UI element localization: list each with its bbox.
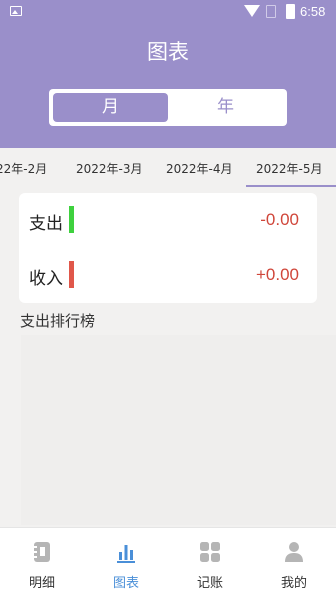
segment-year[interactable]: 年	[168, 93, 283, 122]
income-indicator	[69, 261, 74, 288]
income-amount: +0.00	[255, 265, 299, 284]
tab-details-label: 明细	[28, 576, 55, 591]
expense-label: 支出	[29, 214, 63, 234]
bottom-tab-bar: 明细 图表 记账 我的	[0, 527, 336, 598]
grid-icon	[200, 542, 220, 562]
wifi-icon	[244, 5, 260, 17]
summary-card: 支出 -0.00 收入 +0.00	[19, 193, 317, 303]
segment-month[interactable]: 月	[53, 93, 168, 122]
battery-icon	[286, 4, 295, 19]
selected-month-underline	[246, 185, 336, 187]
tab-mine-label: 我的	[280, 576, 307, 591]
header: 6:58 图表 月 年	[0, 0, 336, 148]
month-tab-selected[interactable]: 2022年-5月	[256, 160, 323, 177]
income-row[interactable]: 收入 +0.00	[19, 248, 317, 303]
expense-amount: -0.00	[260, 210, 299, 229]
user-icon	[285, 542, 303, 562]
tab-details[interactable]: 明细	[0, 528, 84, 598]
period-segmented-control: 月 年	[49, 89, 287, 126]
status-bar: 6:58	[0, 0, 336, 24]
expense-row[interactable]: 支出 -0.00	[19, 193, 317, 248]
tab-mine[interactable]: 我的	[252, 528, 336, 598]
month-tab[interactable]: 2022年-3月	[76, 160, 143, 177]
ledger-icon	[34, 542, 50, 562]
month-tab[interactable]: 22年-2月	[0, 160, 47, 177]
expense-indicator	[69, 206, 74, 233]
no-sim-icon	[266, 5, 276, 18]
tab-bookkeeping-label: 记账	[196, 576, 223, 591]
image-notification-icon	[10, 6, 22, 16]
ranking-list-area	[21, 335, 336, 525]
page-title: 图表	[147, 40, 189, 64]
bar-chart-icon	[117, 545, 135, 563]
status-time: 6:58	[300, 4, 326, 19]
expense-ranking-title: 支出排行榜	[20, 312, 96, 330]
tab-bookkeeping[interactable]: 记账	[168, 528, 252, 598]
month-tab[interactable]: 2022年-4月	[166, 160, 233, 177]
tab-chart-label: 图表	[112, 576, 139, 591]
income-label: 收入	[29, 269, 63, 289]
tab-chart[interactable]: 图表	[84, 528, 168, 598]
month-selector: 22年-2月 2022年-3月 2022年-4月 2022年-5月	[0, 148, 336, 188]
